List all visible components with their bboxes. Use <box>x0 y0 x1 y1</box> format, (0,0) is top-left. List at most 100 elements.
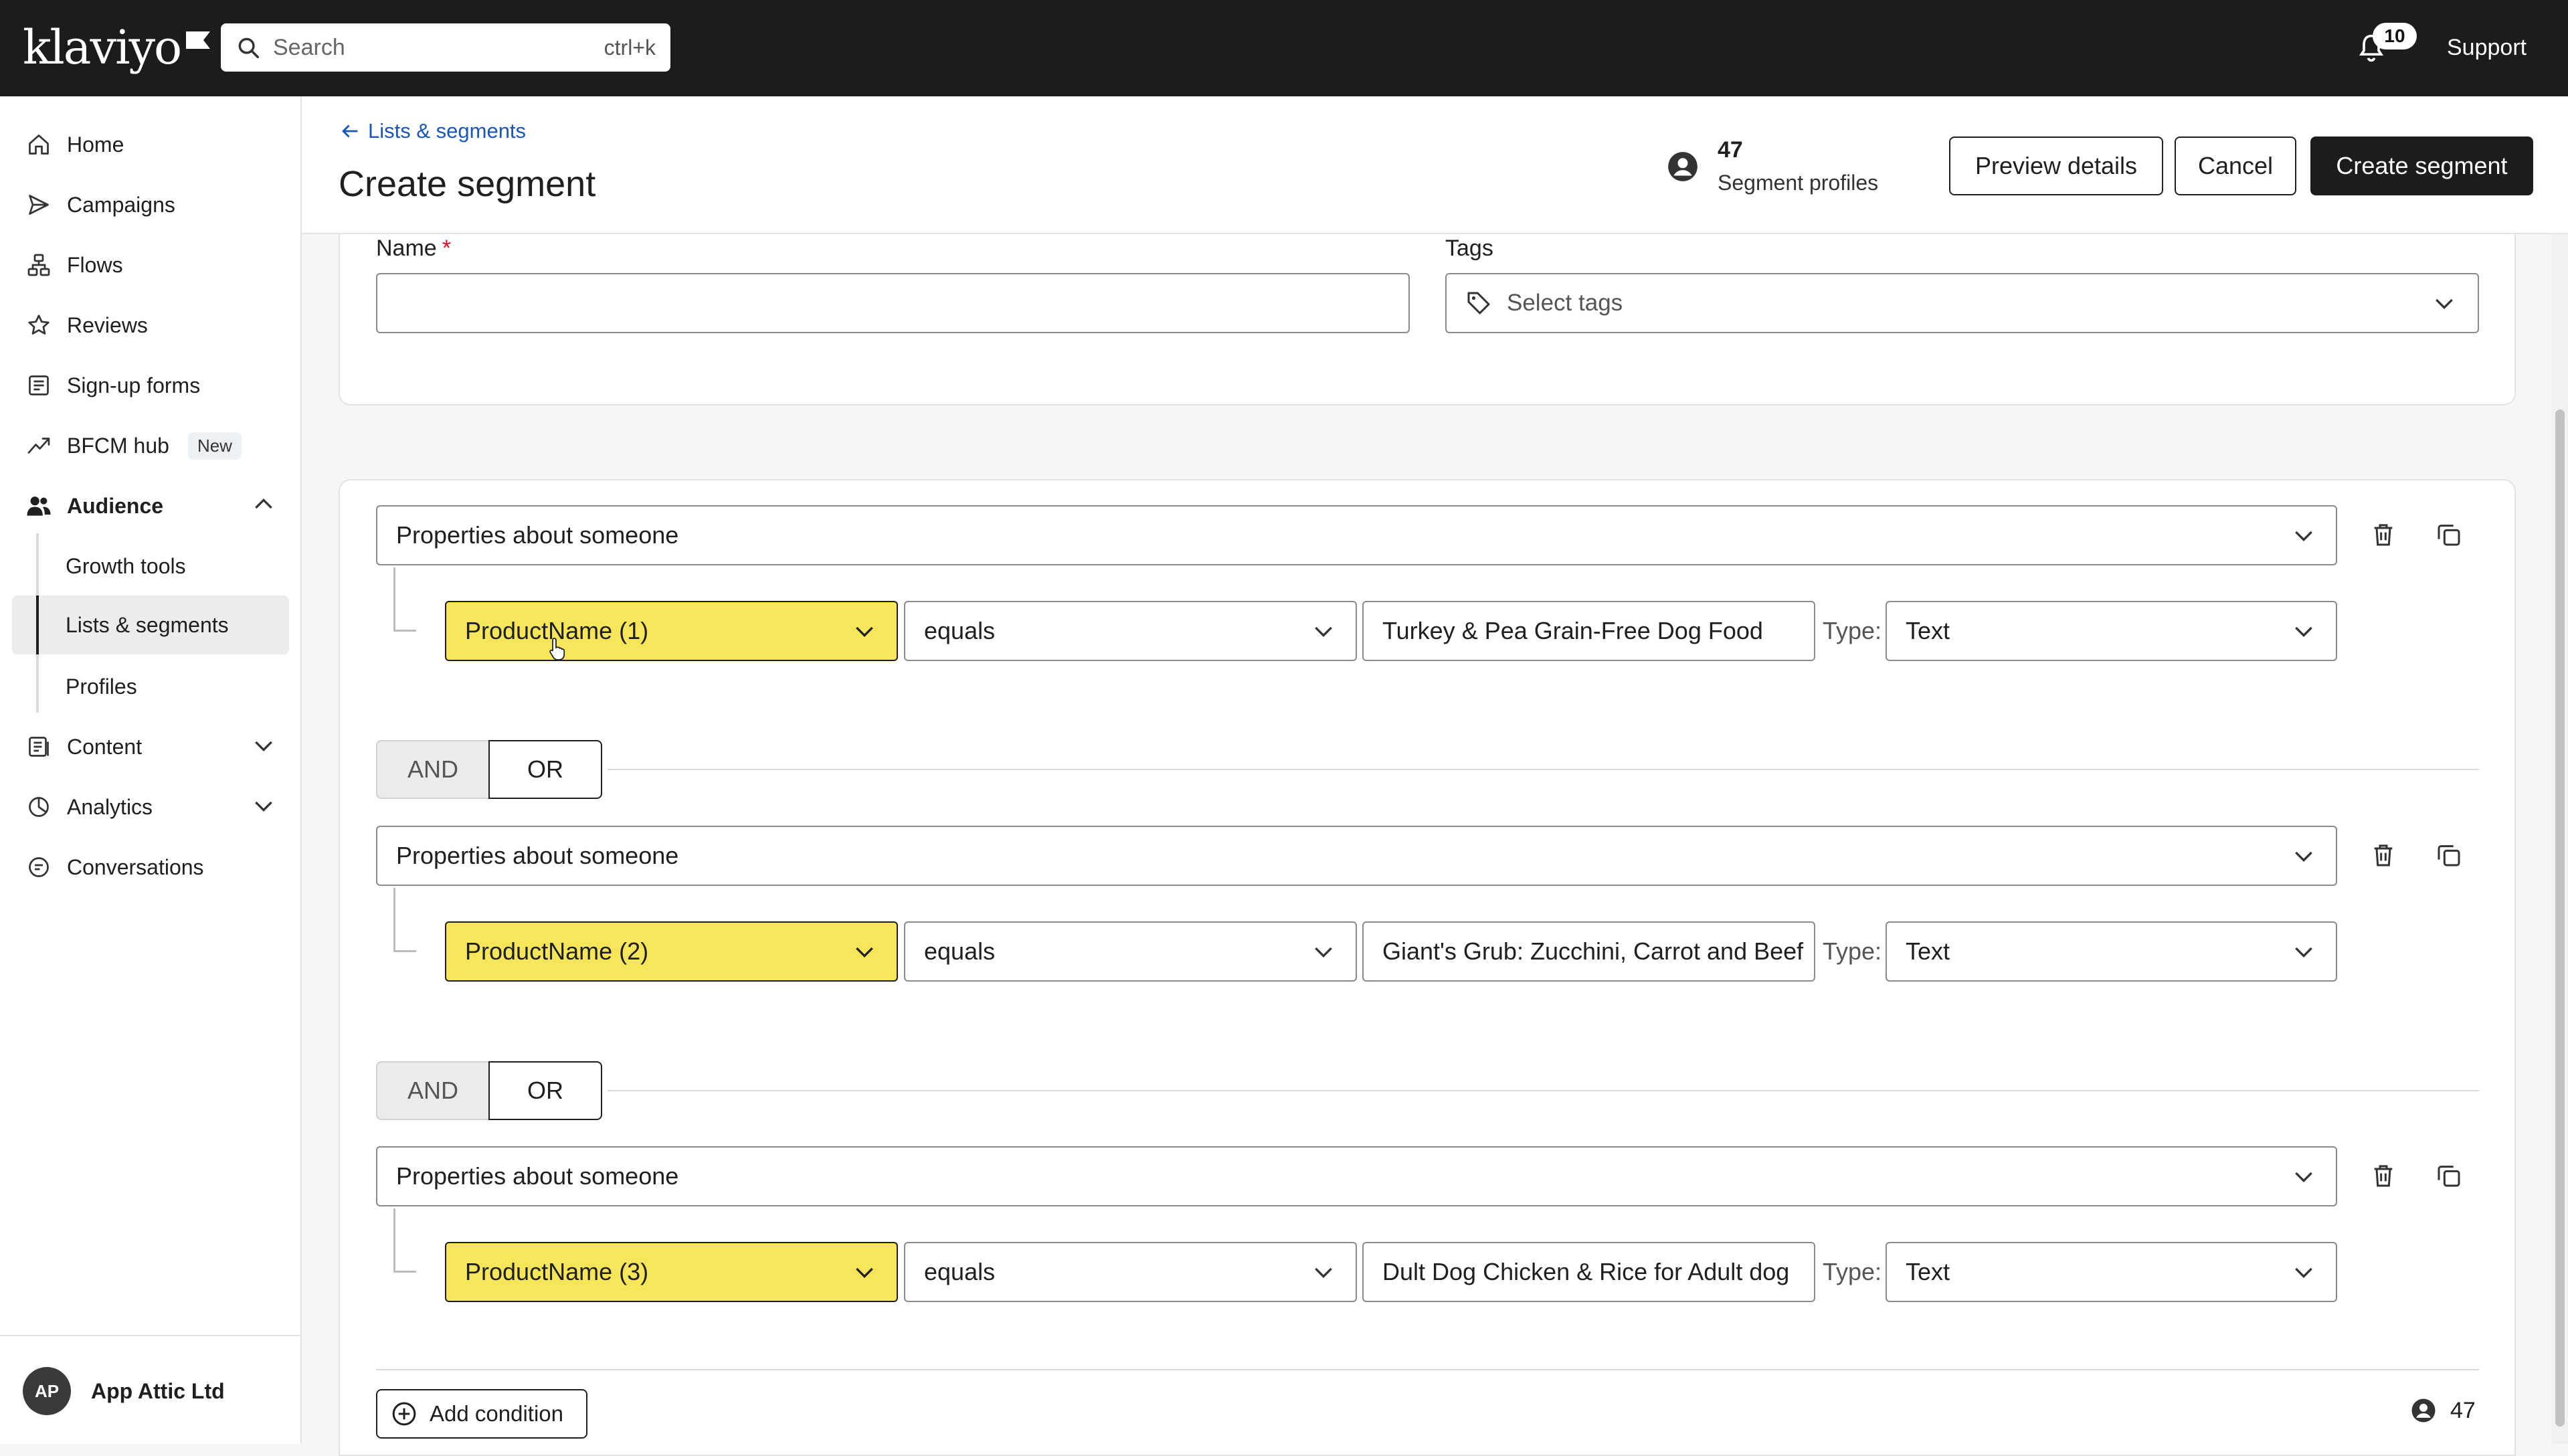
property-select[interactable]: ProductName (2) <box>445 921 898 982</box>
type-select[interactable]: Text <box>1886 1242 2337 1302</box>
sidebar-item-label: Sign-up forms <box>67 373 201 397</box>
operator-select[interactable]: equals <box>904 921 1357 982</box>
sidebar-item-content[interactable]: Content <box>12 717 289 776</box>
preview-details-button[interactable]: Preview details <box>1949 136 2163 195</box>
type-select[interactable]: Text <box>1886 601 2337 661</box>
condition-group-select[interactable]: Properties about someone <box>376 826 2337 886</box>
divider <box>376 1369 2479 1370</box>
notification-badge: 10 <box>2373 23 2417 50</box>
tag-icon <box>1465 290 1492 316</box>
property-value: ProductName (2) <box>465 937 649 965</box>
type-label: Type: <box>1823 1258 1882 1285</box>
chevron-down-icon <box>1310 938 1337 965</box>
submenu-active-marker <box>36 596 39 654</box>
or-button[interactable]: OR <box>488 1061 602 1120</box>
duplicate-icon[interactable] <box>2432 838 2466 873</box>
chat-icon <box>24 852 54 882</box>
condition-group-select[interactable]: Properties about someone <box>376 505 2337 565</box>
cancel-button[interactable]: Cancel <box>2175 136 2296 195</box>
and-button[interactable]: AND <box>376 1061 490 1120</box>
breadcrumb-link[interactable]: Lists & segments <box>368 119 526 143</box>
condition-group-select[interactable]: Properties about someone <box>376 1146 2337 1206</box>
type-value: Text <box>1906 1258 1950 1285</box>
sidebar-item-signup-forms[interactable]: Sign-up forms <box>12 356 289 415</box>
chevron-down-icon <box>851 938 878 965</box>
sidebar-item-bfcm-hub[interactable]: BFCM hub New <box>12 416 289 475</box>
duplicate-icon[interactable] <box>2432 517 2466 552</box>
operator-value: equals <box>924 617 996 644</box>
type-select[interactable]: Text <box>1886 921 2337 982</box>
chevron-down-icon <box>2290 618 2317 644</box>
sidebar-subitem-label: Profiles <box>66 674 137 699</box>
sidebar-item-label: Home <box>67 132 124 157</box>
divider <box>608 769 2479 770</box>
or-button[interactable]: OR <box>488 740 602 799</box>
people-icon <box>24 491 54 521</box>
chevron-down-icon <box>2431 290 2458 316</box>
sidebar-subitem-label: Lists & segments <box>66 612 229 637</box>
sidebar-item-reviews[interactable]: Reviews <box>12 296 289 355</box>
sidebar-item-conversations[interactable]: Conversations <box>12 838 289 897</box>
operator-select[interactable]: equals <box>904 601 1357 661</box>
page-scrollbar[interactable] <box>2552 234 2568 1444</box>
flag-icon <box>185 30 211 50</box>
sidebar-item-label: Reviews <box>67 312 148 337</box>
required-marker: * <box>442 236 451 261</box>
chevron-down-icon <box>1310 1259 1337 1285</box>
duplicate-icon[interactable] <box>2432 1158 2466 1193</box>
type-value: Text <box>1906 937 1950 965</box>
trash-icon[interactable] <box>2366 838 2401 873</box>
value-text: Turkey & Pea Grain-Free Dog Food <box>1382 617 1763 644</box>
sidebar-subitem-lists-segments[interactable]: Lists & segments <box>12 596 289 654</box>
and-or-toggle: AND OR <box>376 1061 602 1120</box>
content-icon <box>24 732 54 761</box>
condition-connector <box>393 567 416 632</box>
arrow-left-icon <box>339 120 368 143</box>
value-text: Giant's Grub: Zucchini, Carrot and Beef <box>1382 937 1804 965</box>
name-field[interactable] <box>376 273 1410 333</box>
name-label-text: Name <box>376 236 437 261</box>
new-badge: New <box>187 432 242 460</box>
search-input[interactable]: Search ctrl+k <box>221 23 670 72</box>
condition-group-value: Properties about someone <box>396 1162 679 1190</box>
add-condition-button[interactable]: Add condition <box>376 1389 587 1439</box>
analytics-icon <box>24 792 54 822</box>
property-value: ProductName (1) <box>465 617 649 644</box>
condition-connector <box>393 888 416 952</box>
klaviyo-logo[interactable]: klaviyo <box>23 19 211 76</box>
value-input[interactable]: Turkey & Pea Grain-Free Dog Food <box>1362 601 1815 661</box>
sidebar-subitem-growth-tools[interactable]: Growth tools <box>12 537 289 596</box>
sidebar-subitem-profiles[interactable]: Profiles <box>12 657 289 716</box>
sidebar-item-audience[interactable]: Audience <box>12 476 289 535</box>
sidebar-item-home[interactable]: Home <box>12 115 289 174</box>
chevron-down-icon[interactable] <box>250 792 277 819</box>
sidebar-item-campaigns[interactable]: Campaigns <box>12 175 289 234</box>
segment-profiles-label: Segment profiles <box>1718 171 1879 195</box>
trend-icon <box>24 431 54 460</box>
property-select[interactable]: ProductName (3) <box>445 1242 898 1302</box>
type-label: Type: <box>1823 617 1882 644</box>
sidebar-item-label: Audience <box>67 493 164 518</box>
operator-select[interactable]: equals <box>904 1242 1357 1302</box>
chevron-up-icon[interactable] <box>250 491 277 518</box>
account-switcher[interactable]: AP App Attic Ltd <box>23 1367 225 1415</box>
tags-placeholder: Select tags <box>1507 290 1623 316</box>
sidebar-item-flows[interactable]: Flows <box>12 236 289 294</box>
and-button[interactable]: AND <box>376 740 490 799</box>
and-or-toggle: AND OR <box>376 740 602 799</box>
value-input[interactable]: Dult Dog Chicken & Rice for Adult dog <box>1362 1242 1815 1302</box>
support-link[interactable]: Support <box>2447 35 2527 61</box>
pointer-cursor-icon <box>549 637 567 661</box>
operator-value: equals <box>924 937 996 965</box>
breadcrumb[interactable]: Lists & segments <box>339 119 526 143</box>
chevron-down-icon[interactable] <box>250 732 277 759</box>
value-input[interactable]: Giant's Grub: Zucchini, Carrot and Beef <box>1362 921 1815 982</box>
create-segment-button[interactable]: Create segment <box>2310 136 2533 195</box>
trash-icon[interactable] <box>2366 517 2401 552</box>
tags-select[interactable]: Select tags <box>1445 273 2479 333</box>
trash-icon[interactable] <box>2366 1158 2401 1193</box>
property-select[interactable]: ProductName (1) <box>445 601 898 661</box>
sidebar-item-analytics[interactable]: Analytics <box>12 778 289 836</box>
sidebar-divider <box>0 1335 300 1336</box>
scrollbar-thumb[interactable] <box>2555 410 2565 1427</box>
